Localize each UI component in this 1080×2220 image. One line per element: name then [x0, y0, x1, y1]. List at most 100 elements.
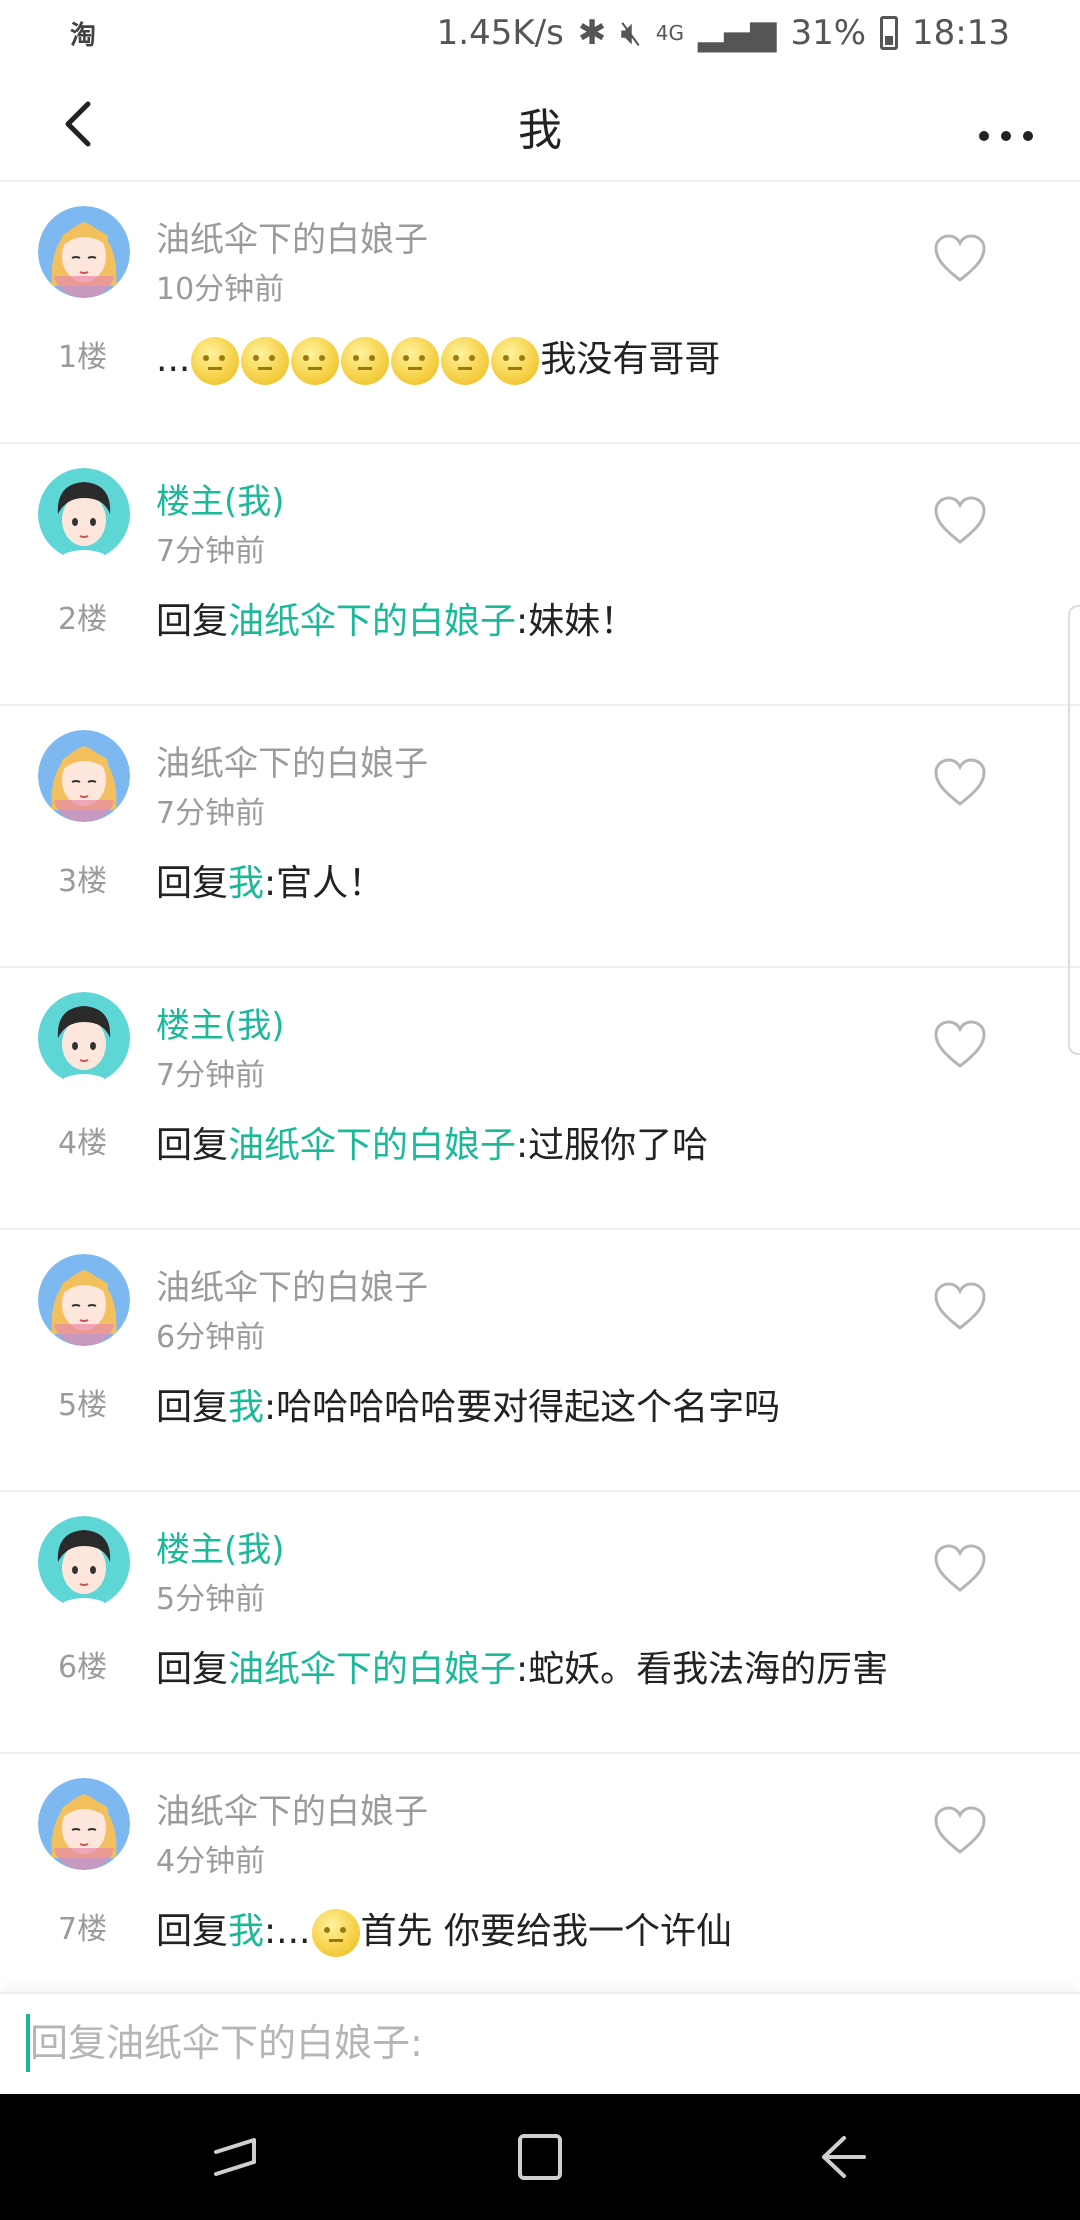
author-name[interactable]: 油纸伞下的白娘子 [156, 212, 428, 261]
ellipsis: ... [156, 339, 191, 380]
author-name[interactable]: 楼主(我) [156, 998, 285, 1047]
reply-content: ... 我没有哥哥 [156, 330, 720, 385]
avatar[interactable] [38, 730, 130, 822]
top-bar: 我 [0, 66, 1080, 182]
4g-icon: 4G [655, 21, 684, 45]
reply-prefix: 回复 [156, 1125, 229, 1166]
avatar[interactable] [38, 1516, 130, 1608]
mention-link[interactable]: 我 [228, 1911, 264, 1952]
back-icon[interactable] [814, 2132, 870, 2182]
avatar[interactable] [38, 992, 130, 1084]
reply-item[interactable]: 油纸伞下的白娘子 4分钟前 7楼 回复我:... 首先 你要给我一个许仙 [0, 1754, 1080, 1992]
reply-item[interactable]: 油纸伞下的白娘子 7分钟前 3楼 回复我:官人！ [0, 706, 1080, 968]
mention-link[interactable]: 油纸伞下的白娘子 [228, 1649, 516, 1690]
reply-item[interactable]: 油纸伞下的白娘子 6分钟前 5楼 回复我:哈哈哈哈哈要对得起这个名字吗 [0, 1230, 1080, 1492]
emoji-icon [341, 337, 390, 385]
status-right: 1.45K/s ✱ 🔇︎ 4G ▂▄▆ 31% 18:13 [437, 13, 1010, 53]
battery-percent: 31% [790, 13, 867, 53]
emoji-icon [191, 337, 240, 385]
reply-item[interactable]: 楼主(我) 7分钟前 4楼 回复油纸伞下的白娘子:过服你了哈 [0, 968, 1080, 1230]
page-title: 我 [518, 105, 562, 156]
post-time: 6分钟前 [156, 1320, 266, 1355]
like-heart-icon[interactable] [932, 1542, 988, 1594]
recent-apps-icon[interactable] [210, 2132, 266, 2182]
post-time: 7分钟前 [156, 534, 266, 569]
separator: : [516, 1649, 529, 1690]
mention-link[interactable]: 油纸伞下的白娘子 [228, 1125, 516, 1166]
emoji-icon [391, 337, 440, 385]
author-name[interactable]: 楼主(我) [156, 1522, 285, 1571]
reply-text: 哈哈哈哈哈要对得起这个名字吗 [276, 1387, 781, 1428]
clock: 18:13 [912, 13, 1010, 53]
more-dots-icon[interactable] [976, 100, 1036, 158]
avatar[interactable] [38, 1254, 130, 1346]
bluetooth-icon: ✱ [577, 13, 607, 53]
post-time: 5分钟前 [156, 1582, 266, 1617]
reply-prefix: 回复 [156, 1387, 229, 1428]
mention-link[interactable]: 油纸伞下的白娘子 [228, 601, 516, 642]
avatar[interactable] [38, 206, 130, 298]
floor-number: 4楼 [58, 1126, 108, 1161]
reply-text: 蛇妖。看我法海的厉害 [528, 1649, 889, 1690]
like-heart-icon[interactable] [932, 756, 988, 808]
author-name[interactable]: 楼主(我) [156, 474, 285, 523]
taobao-notification-icon: 淘 [70, 20, 97, 51]
separator: : [264, 1911, 277, 1952]
emoji-icon [291, 337, 340, 385]
reply-text: 官人！ [276, 863, 385, 904]
reply-text: 过服你了哈 [528, 1125, 709, 1166]
status-bar: 淘 1.45K/s ✱ 🔇︎ 4G ▂▄▆ 31% 18:13 [0, 0, 1080, 66]
emoji-icon [441, 337, 490, 385]
signal-icon: ▂▄▆ [697, 13, 777, 53]
floor-number: 7楼 [58, 1912, 108, 1947]
system-nav-bar [0, 2094, 1080, 2220]
avatar[interactable] [38, 468, 130, 560]
like-heart-icon[interactable] [932, 1018, 988, 1070]
reply-input[interactable] [30, 2008, 1030, 2078]
like-heart-icon[interactable] [932, 1280, 988, 1332]
emoji-icon [491, 337, 540, 385]
avatar[interactable] [38, 1778, 130, 1870]
battery-icon [880, 16, 899, 50]
reply-text: 妹妹！ [528, 601, 637, 642]
floor-number: 5楼 [58, 1388, 108, 1423]
separator: : [516, 1125, 529, 1166]
floor-number: 1楼 [58, 340, 108, 375]
floor-number: 3楼 [58, 864, 108, 899]
like-heart-icon[interactable] [932, 232, 988, 284]
mute-icon: 🔇︎ [620, 13, 642, 53]
network-speed: 1.45K/s [436, 13, 564, 53]
reply-content: 回复油纸伞下的白娘子:过服你了哈 [156, 1116, 708, 1168]
author-name[interactable]: 油纸伞下的白娘子 [156, 1784, 428, 1833]
separator: : [264, 1387, 277, 1428]
reply-content: 回复我:哈哈哈哈哈要对得起这个名字吗 [156, 1378, 780, 1430]
emoji-icon [241, 337, 290, 385]
reply-content: 回复我:官人！ [156, 854, 384, 906]
reply-content: 回复我:... 首先 你要给我一个许仙 [156, 1902, 732, 1957]
like-heart-icon[interactable] [932, 494, 988, 546]
author-name[interactable]: 油纸伞下的白娘子 [156, 736, 428, 785]
ellipsis: ... [276, 1911, 311, 1952]
post-time: 7分钟前 [156, 1058, 266, 1093]
reply-content: 回复油纸伞下的白娘子:蛇妖。看我法海的厉害 [156, 1640, 888, 1692]
mention-link[interactable]: 我 [228, 863, 264, 904]
floor-number: 2楼 [58, 602, 108, 637]
mention-link[interactable]: 我 [228, 1387, 264, 1428]
reply-bar [0, 1992, 1080, 2094]
reply-prefix: 回复 [156, 863, 229, 904]
like-heart-icon[interactable] [932, 1804, 988, 1856]
reply-item[interactable]: 楼主(我) 7分钟前 2楼 回复油纸伞下的白娘子:妹妹！ [0, 444, 1080, 706]
reply-list: 油纸伞下的白娘子 10分钟前 1楼 ... 我没有哥哥 楼主(我) 7分钟前 2楼… [0, 182, 1080, 1992]
reply-prefix: 回复 [156, 1649, 229, 1690]
post-time: 7分钟前 [156, 796, 266, 831]
emoji-icon [311, 1909, 360, 1957]
reply-item[interactable]: 油纸伞下的白娘子 10分钟前 1楼 ... 我没有哥哥 [0, 182, 1080, 444]
reply-prefix: 回复 [156, 1911, 229, 1952]
reply-item[interactable]: 楼主(我) 5分钟前 6楼 回复油纸伞下的白娘子:蛇妖。看我法海的厉害 [0, 1492, 1080, 1754]
post-time: 4分钟前 [156, 1844, 266, 1879]
side-panel-handle[interactable] [1068, 605, 1080, 1055]
author-name[interactable]: 油纸伞下的白娘子 [156, 1260, 428, 1309]
separator: : [264, 863, 277, 904]
reply-text: 首先 你要给我一个许仙 [360, 1911, 732, 1952]
home-icon[interactable] [512, 2132, 568, 2182]
